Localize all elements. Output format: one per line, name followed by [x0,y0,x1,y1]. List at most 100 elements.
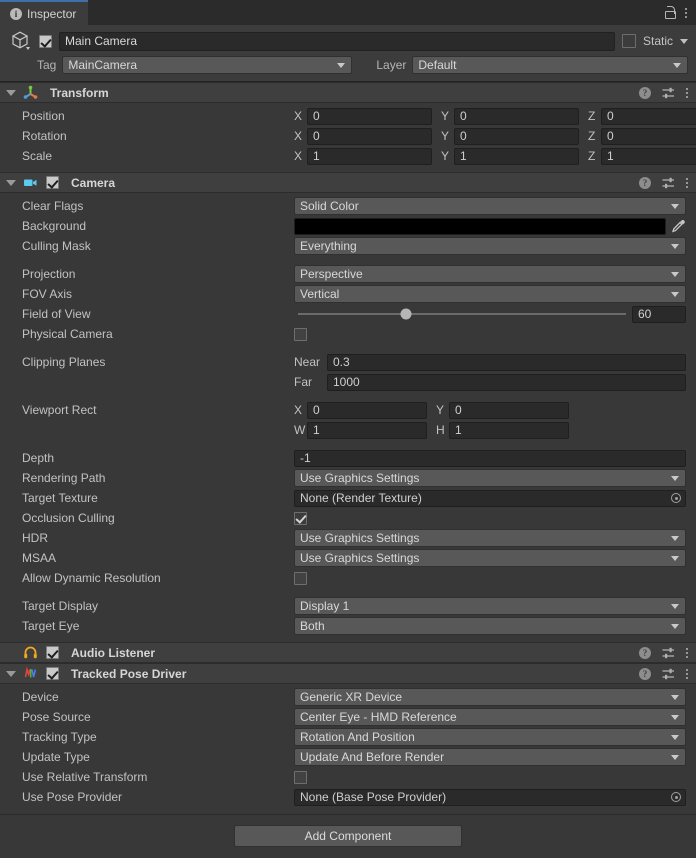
axis-input-z[interactable]: 0 [601,107,696,125]
axis-value-x: 0 [313,129,320,143]
property-fields: Far 1000 [294,373,696,391]
component-enabled-checkbox[interactable] [46,176,59,189]
dropdown-field[interactable]: Vertical [294,285,686,303]
static-dropdown-arrow-icon[interactable] [680,38,688,44]
component-menu-icon[interactable] [686,87,688,98]
component-enabled-checkbox[interactable] [46,667,59,680]
object-picker-icon[interactable] [671,792,681,802]
component-title: Camera [71,175,116,190]
add-component-button[interactable]: Add Component [234,825,462,847]
axis-input-x[interactable]: 0 [307,107,432,125]
info-circle-icon: i [10,7,22,20]
clipping-value: 0.3 [333,355,350,369]
color-swatch[interactable] [294,217,666,235]
help-icon[interactable]: ? [639,86,651,99]
checkbox-field[interactable] [294,770,307,784]
axis-input-x[interactable]: 1 [307,147,432,165]
dropdown-field[interactable]: Both [294,617,686,635]
slider-track[interactable] [298,308,626,320]
object-field[interactable]: None (Render Texture) [294,489,686,507]
dropdown-field[interactable]: Use Graphics Settings [294,469,686,487]
dropdown-field[interactable]: Everything [294,237,686,255]
foldout-collapsed-icon[interactable] [6,650,16,656]
clipping-input[interactable]: 1000 [327,373,686,391]
tab-inspector[interactable]: i Inspector [0,0,89,25]
static-checkbox[interactable] [621,34,636,48]
dropdown-field[interactable]: Use Graphics Settings [294,549,686,567]
property-label: Viewport Rect [22,403,97,417]
clipping-input[interactable]: 0.3 [327,353,686,371]
kebab-menu-icon[interactable] [685,7,687,18]
checkbox-field[interactable] [294,571,307,585]
slider-value-input[interactable]: 60 [632,305,686,323]
property-fields: Update And Before Render [294,748,696,766]
dropdown-field[interactable]: Use Graphics Settings [294,529,686,547]
preset-sliders-icon[interactable] [662,668,675,680]
axis-input-w[interactable]: 1 [307,421,427,439]
chevron-down-icon [337,63,346,68]
axis-input-y[interactable]: 0 [454,127,579,145]
axis-input-y[interactable]: 0 [454,107,579,125]
component-header-tracked-pose-driver[interactable]: Tracked Pose Driver? [0,663,696,684]
property-label: Depth [22,451,55,465]
axis-input-y[interactable]: 0 [449,401,569,419]
dropdown-field[interactable]: Solid Color [294,197,686,215]
eyedropper-icon[interactable] [670,218,686,235]
checkbox-field[interactable] [294,511,307,525]
foldout-expanded-icon[interactable] [6,670,16,677]
preset-sliders-icon[interactable] [662,87,675,99]
component-enabled-checkbox[interactable] [46,646,59,659]
dropdown-field[interactable]: Perspective [294,265,686,283]
preset-sliders-icon[interactable] [662,647,675,659]
dropdown-field[interactable]: Center Eye - HMD Reference [294,708,686,726]
axis-input-y[interactable]: 1 [454,147,579,165]
slider-handle[interactable] [400,308,412,320]
component-header-camera[interactable]: Camera? [0,172,696,193]
component-header-transform[interactable]: Transform? [0,82,696,103]
dropdown-field[interactable]: Display 1 [294,597,686,615]
axis-input-z[interactable]: 0 [601,127,696,145]
axis-label-z: Z [588,129,596,143]
dropdown-field[interactable]: Generic XR Device [294,688,686,706]
foldout-expanded-icon[interactable] [6,89,16,96]
property-row-allow-dynamic-resolution: Allow Dynamic Resolution [0,568,696,588]
help-icon[interactable]: ? [639,667,651,680]
tag-dropdown[interactable]: MainCamera [62,56,353,74]
axis-input-h[interactable]: 1 [449,421,569,439]
property-label: Update Type [22,750,90,764]
row-spacer [0,256,696,264]
preset-sliders-icon[interactable] [662,177,675,189]
gameobject-enabled-checkbox[interactable] [39,34,52,48]
text-input[interactable]: -1 [294,449,686,467]
property-fields [294,217,696,235]
dropdown-field[interactable]: Update And Before Render [294,748,686,766]
property-row-fov-axis: FOV Axis Vertical [0,284,696,304]
component-menu-icon[interactable] [686,177,688,188]
axis-input-x[interactable]: 0 [307,401,427,419]
help-icon[interactable]: ? [639,176,651,189]
component-header-audio-listener[interactable]: Audio Listener? [0,642,696,663]
object-picker-icon[interactable] [671,493,681,503]
component-menu-icon[interactable] [686,668,688,679]
gameobject-name-input[interactable]: Main Camera [59,31,615,51]
property-fields: W1H1 [294,421,696,439]
tab-inspector-label: Inspector [27,6,77,21]
component-title: Transform [50,85,109,100]
chevron-down-icon [671,204,679,209]
property-label: Target Display [22,599,99,613]
axis-input-x[interactable]: 0 [307,127,432,145]
help-icon[interactable]: ? [639,646,651,659]
checkbox-field[interactable] [294,327,307,341]
property-row-use-relative-transform: Use Relative Transform [0,767,696,787]
foldout-expanded-icon[interactable] [6,179,16,186]
object-field[interactable]: None (Base Pose Provider) [294,788,686,806]
component-header-icons: ? [639,667,688,680]
axis-input-z[interactable]: 1 [601,147,696,165]
axis-label-y: Y [441,109,450,123]
lock-icon[interactable] [664,6,676,19]
dropdown-value: Display 1 [300,599,350,613]
layer-dropdown[interactable]: Default [412,56,688,74]
component-menu-icon[interactable] [686,647,688,658]
dropdown-field[interactable]: Rotation And Position [294,728,686,746]
property-label: Target Eye [22,619,80,633]
